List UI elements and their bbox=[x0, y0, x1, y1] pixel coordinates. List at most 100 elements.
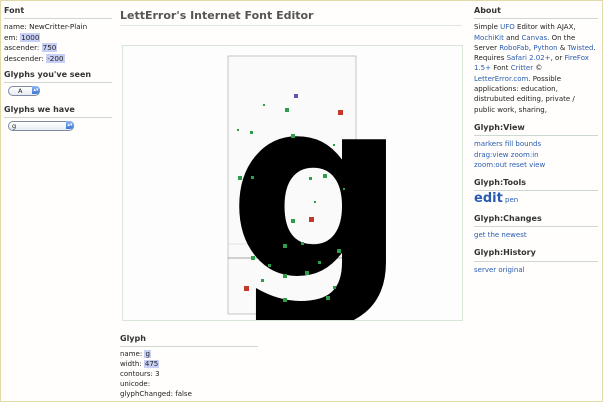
on-curve-point[interactable] bbox=[291, 219, 295, 223]
safari-link[interactable]: Safari 2.02+ bbox=[507, 54, 551, 62]
stepper-icon: ▴▾ bbox=[66, 121, 74, 130]
about-heading: About bbox=[474, 6, 598, 20]
on-curve-point[interactable] bbox=[283, 244, 287, 248]
about-text-part: & bbox=[557, 43, 568, 52]
on-curve-point[interactable] bbox=[285, 108, 289, 112]
control-point[interactable] bbox=[333, 144, 335, 146]
about-text-part: Editor with AJAX, bbox=[514, 23, 576, 32]
glyph-canvas-svg[interactable]: g bbox=[123, 44, 462, 335]
descender-row: descender: -200 bbox=[4, 53, 112, 64]
descender-value[interactable]: -200 bbox=[46, 53, 65, 63]
on-curve-point[interactable] bbox=[291, 134, 295, 138]
glyphs-seen-select[interactable]: A ▴▾ bbox=[8, 86, 40, 97]
on-curve-point[interactable] bbox=[305, 271, 309, 275]
control-point[interactable] bbox=[309, 177, 312, 180]
control-point[interactable] bbox=[333, 286, 336, 289]
on-curve-point[interactable] bbox=[283, 274, 287, 278]
on-curve-point[interactable] bbox=[294, 94, 298, 98]
fill-toggle[interactable]: fill bbox=[505, 140, 513, 148]
robofab-link[interactable]: RoboFab bbox=[499, 44, 529, 52]
on-curve-point[interactable] bbox=[323, 174, 327, 178]
glyph-name-label: name: bbox=[120, 350, 143, 358]
glyph-shape[interactable]: g bbox=[228, 44, 407, 335]
tools-heading: Glyph:Tools bbox=[474, 178, 598, 192]
control-point[interactable] bbox=[237, 129, 239, 131]
python-link[interactable]: Python bbox=[533, 44, 557, 52]
control-point[interactable] bbox=[268, 264, 271, 267]
view-heading: Glyph:View bbox=[474, 123, 598, 137]
control-point[interactable] bbox=[263, 104, 265, 106]
em-label: em: bbox=[4, 32, 18, 42]
about-text-part: © bbox=[533, 64, 543, 73]
zoom-out-button[interactable]: zoom:out bbox=[474, 161, 507, 169]
font-name-label: name: bbox=[4, 22, 27, 32]
on-curve-point[interactable] bbox=[244, 286, 249, 291]
glyph-heading: Glyph bbox=[120, 334, 258, 347]
get-newest-link[interactable]: get the newest bbox=[474, 231, 527, 239]
zoom-in-button[interactable]: zoom:in bbox=[511, 151, 539, 159]
glyph-name-value[interactable]: g bbox=[144, 350, 151, 358]
history-heading: Glyph:History bbox=[474, 248, 598, 262]
markers-toggle[interactable]: markers bbox=[474, 140, 503, 148]
glyphs-have-heading: Glyphs we have bbox=[4, 105, 112, 119]
control-point[interactable] bbox=[251, 176, 254, 179]
control-point[interactable] bbox=[261, 279, 264, 282]
changes-heading: Glyph:Changes bbox=[474, 214, 598, 228]
tools-section: Glyph:Tools edit pen bbox=[474, 178, 598, 206]
glyph-name-row: name: g bbox=[120, 349, 258, 359]
pen-tool[interactable]: pen bbox=[505, 196, 518, 204]
ascender-value[interactable]: 750 bbox=[41, 43, 58, 53]
font-heading: Font bbox=[4, 6, 112, 20]
control-point[interactable] bbox=[250, 131, 253, 134]
about-section: About Simple UFO Editor with AJAX, Mochi… bbox=[474, 6, 598, 115]
font-name-row: name: NewCritter-Plain bbox=[4, 22, 112, 32]
canvas-link[interactable]: Canvas bbox=[521, 34, 547, 42]
drag-view-toggle[interactable]: drag:view bbox=[474, 151, 509, 159]
right-panel: About Simple UFO Editor with AJAX, Mochi… bbox=[474, 6, 598, 283]
glyph-changed: glyphChanged: false bbox=[120, 390, 192, 398]
on-curve-point[interactable] bbox=[309, 217, 314, 222]
ascender-row: ascender: 750 bbox=[4, 43, 112, 53]
server-original-link[interactable]: server original bbox=[474, 266, 525, 274]
glyph-canvas[interactable]: g bbox=[122, 44, 463, 335]
reset-button[interactable]: reset bbox=[509, 161, 527, 169]
left-panel: Font name: NewCritter-Plain em: 1000 asc… bbox=[4, 6, 112, 132]
mochikit-link[interactable]: MochiKit bbox=[474, 34, 504, 42]
on-curve-point[interactable] bbox=[338, 110, 343, 115]
page-title: LettError's Internet Font Editor bbox=[120, 9, 314, 22]
on-curve-point[interactable] bbox=[337, 249, 341, 253]
edit-tool[interactable]: edit bbox=[474, 191, 503, 206]
bounds-toggle[interactable]: bounds bbox=[515, 140, 541, 148]
glyph-unicode: unicode: bbox=[120, 380, 151, 388]
changes-section: Glyph:Changes get the newest bbox=[474, 214, 598, 241]
letterror-link[interactable]: LetterError.com bbox=[474, 75, 528, 83]
em-value[interactable]: 1000 bbox=[20, 32, 41, 42]
font-name-value: NewCritter-Plain bbox=[29, 22, 88, 32]
control-point[interactable] bbox=[314, 201, 316, 203]
on-curve-point[interactable] bbox=[326, 296, 330, 300]
glyph-info-panel: Glyph name: g width: 475 contours: 3 uni… bbox=[120, 334, 258, 399]
glyphs-have-selected: g bbox=[12, 122, 17, 131]
descender-label: descender: bbox=[4, 53, 44, 63]
ufo-link[interactable]: UFO bbox=[500, 23, 515, 31]
critter-link[interactable]: Critter bbox=[511, 64, 533, 72]
glyph-width-row: width: 475 bbox=[120, 359, 258, 369]
title-divider bbox=[120, 25, 462, 26]
control-point[interactable] bbox=[301, 242, 304, 245]
view-button[interactable]: view bbox=[529, 161, 545, 169]
about-text: Simple UFO Editor with AJAX, MochiKit an… bbox=[474, 22, 598, 115]
control-point[interactable] bbox=[343, 188, 345, 190]
glyph-contours: contours: 3 bbox=[120, 370, 160, 378]
ascender-label: ascender: bbox=[4, 43, 40, 53]
twisted-link[interactable]: Twisted bbox=[568, 44, 594, 52]
about-text-part: Simple bbox=[474, 23, 501, 32]
history-section: Glyph:History server original bbox=[474, 248, 598, 275]
glyphs-have-select[interactable]: g ▴▾ bbox=[8, 121, 74, 132]
about-text-part: and bbox=[503, 33, 522, 42]
control-point[interactable] bbox=[318, 261, 321, 264]
glyph-width-value[interactable]: 475 bbox=[143, 360, 160, 368]
on-curve-point[interactable] bbox=[283, 298, 287, 302]
on-curve-point[interactable] bbox=[251, 256, 255, 260]
on-curve-point[interactable] bbox=[238, 176, 242, 180]
stepper-icon: ▴▾ bbox=[32, 86, 40, 95]
